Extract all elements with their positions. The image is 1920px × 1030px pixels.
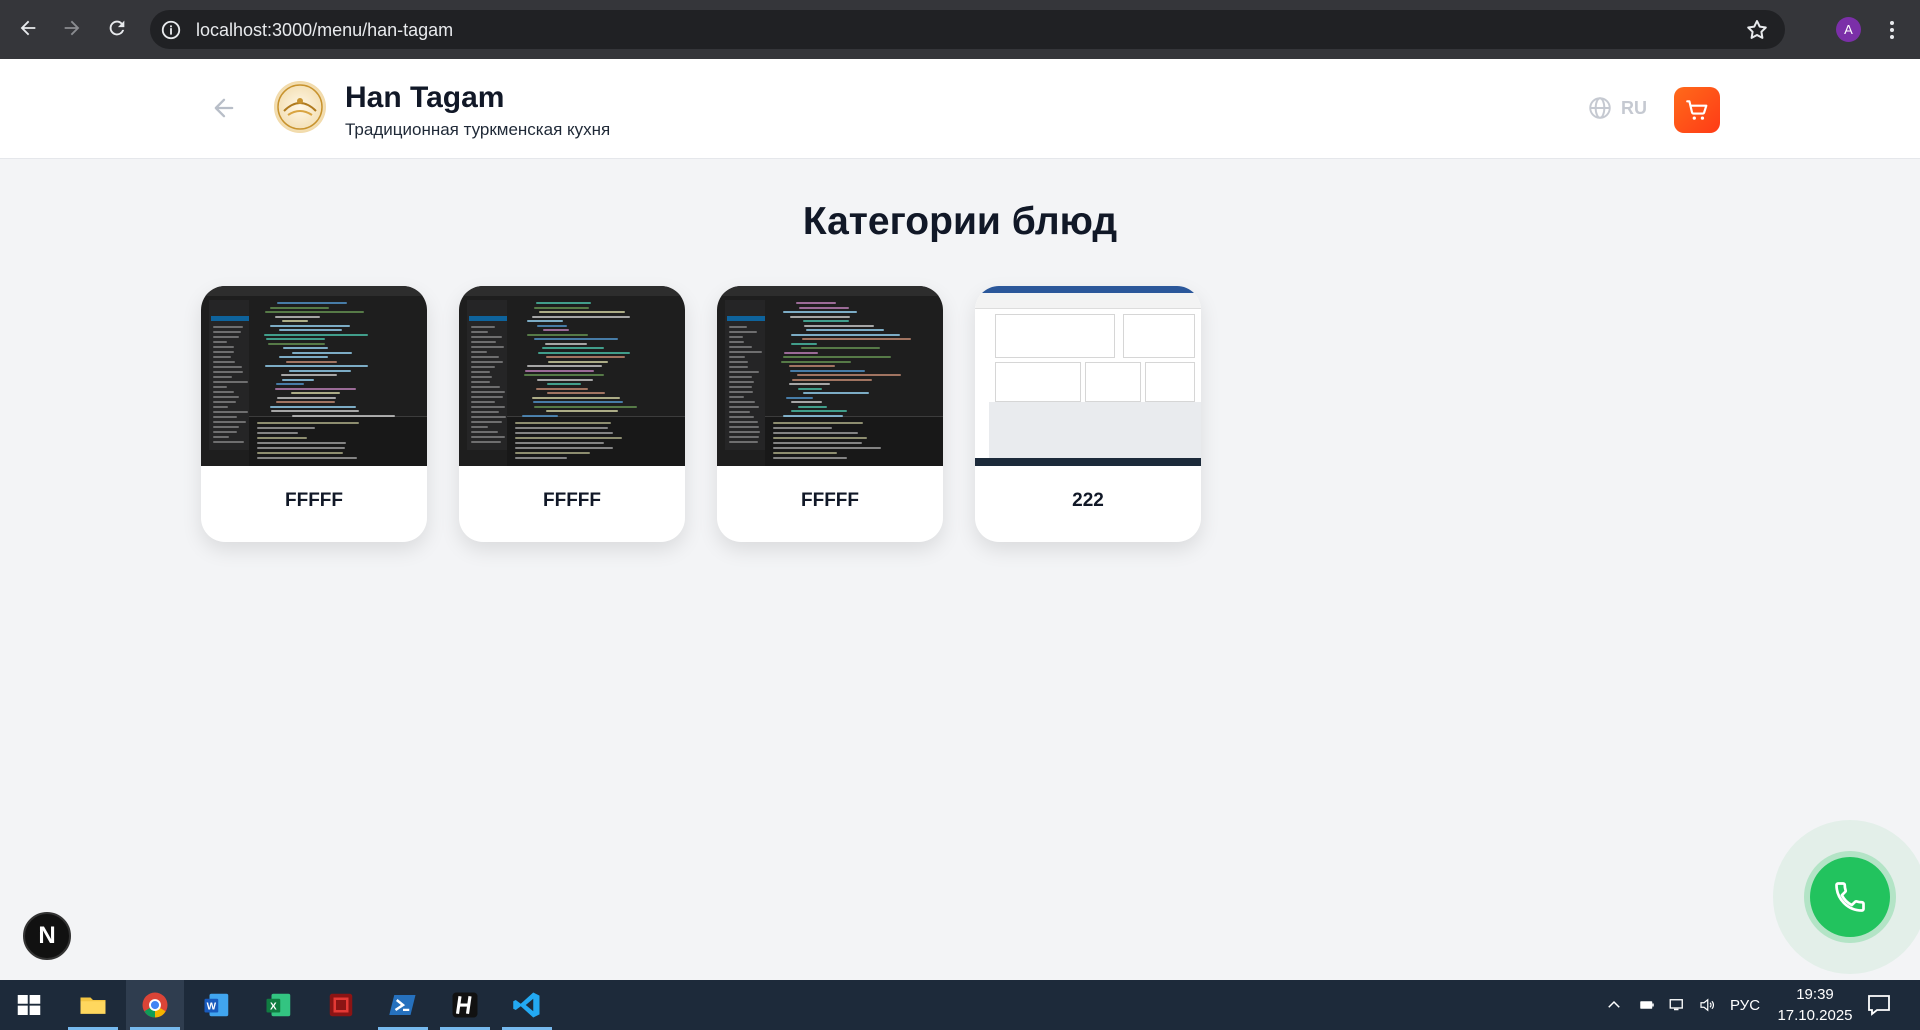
phone-icon bbox=[1835, 882, 1865, 912]
battery-icon[interactable] bbox=[1636, 980, 1658, 1030]
category-thumbnail bbox=[201, 286, 427, 466]
globe-icon bbox=[1589, 97, 1611, 119]
brand-subtitle: Традиционная туркменская кухня bbox=[345, 120, 611, 139]
network-icon[interactable] bbox=[1666, 980, 1688, 1030]
input-language[interactable]: РУС bbox=[1730, 980, 1760, 1030]
category-thumbnail bbox=[975, 286, 1201, 466]
category-name: FFFFF bbox=[800, 490, 860, 511]
volume-icon[interactable] bbox=[1696, 980, 1718, 1030]
svg-text:X: X bbox=[270, 1001, 277, 1012]
nextjs-dev-badge[interactable]: N bbox=[23, 912, 71, 960]
language-label: RU bbox=[1621, 97, 1647, 118]
svg-text:W: W bbox=[207, 1001, 217, 1012]
back-icon[interactable] bbox=[12, 12, 44, 44]
clock-date: 17.10.2025 bbox=[1777, 1007, 1853, 1024]
category-name: FFFFF bbox=[284, 490, 344, 511]
h-app-icon[interactable] bbox=[436, 980, 494, 1030]
red-app-icon[interactable] bbox=[312, 980, 370, 1030]
windows-start-icon[interactable] bbox=[0, 980, 58, 1030]
vscode-icon[interactable] bbox=[498, 980, 556, 1030]
site-header: Han Tagam Традиционная туркменская кухня… bbox=[0, 59, 1920, 159]
word-icon[interactable]: W bbox=[188, 980, 246, 1030]
file-explorer-icon[interactable] bbox=[64, 980, 122, 1030]
category-card[interactable]: FFFFF bbox=[459, 286, 685, 542]
system-clock[interactable]: 19:39 17.10.2025 bbox=[1770, 984, 1860, 1026]
category-name: 222 bbox=[1072, 490, 1104, 511]
bookmark-star-icon[interactable] bbox=[1745, 18, 1769, 42]
excel-icon[interactable]: X bbox=[250, 980, 308, 1030]
browser-toolbar: localhost:3000/menu/han-tagam A bbox=[0, 0, 1920, 59]
cart-button[interactable] bbox=[1674, 87, 1720, 133]
address-bar[interactable]: localhost:3000/menu/han-tagam bbox=[150, 10, 1785, 49]
category-thumbnail bbox=[717, 286, 943, 466]
category-card[interactable]: 222 bbox=[975, 286, 1201, 542]
profile-avatar[interactable]: A bbox=[1836, 17, 1861, 42]
url-text[interactable]: localhost:3000/menu/han-tagam bbox=[196, 20, 453, 41]
powershell-icon[interactable] bbox=[374, 980, 432, 1030]
category-grid: FFFFF FFFFF FFFFF 222 bbox=[201, 286, 1201, 542]
cart-icon bbox=[1686, 100, 1708, 120]
clock-time: 19:39 bbox=[1796, 986, 1834, 1003]
category-card[interactable]: FFFFF bbox=[201, 286, 427, 542]
tray-overflow-icon[interactable] bbox=[1605, 980, 1623, 1030]
chrome-icon[interactable] bbox=[126, 980, 184, 1030]
page-title: Категории блюд bbox=[802, 200, 1118, 243]
reload-icon[interactable] bbox=[101, 12, 133, 44]
forward-icon[interactable] bbox=[56, 12, 88, 44]
category-thumbnail bbox=[459, 286, 685, 466]
back-arrow-icon[interactable] bbox=[210, 94, 238, 122]
notifications-icon[interactable] bbox=[1866, 993, 1892, 1017]
brand-title: Han Tagam bbox=[345, 81, 505, 114]
call-button[interactable] bbox=[1810, 857, 1890, 937]
site-info-icon[interactable] bbox=[160, 19, 182, 41]
language-switcher[interactable]: RU bbox=[1587, 95, 1647, 121]
restaurant-logo[interactable] bbox=[274, 81, 326, 133]
browser-menu-icon[interactable] bbox=[1882, 16, 1902, 44]
category-card[interactable]: FFFFF bbox=[717, 286, 943, 542]
windows-taskbar: W X РУС 19:39 17.10.2025 bbox=[0, 980, 1920, 1030]
category-name: FFFFF bbox=[542, 490, 602, 511]
